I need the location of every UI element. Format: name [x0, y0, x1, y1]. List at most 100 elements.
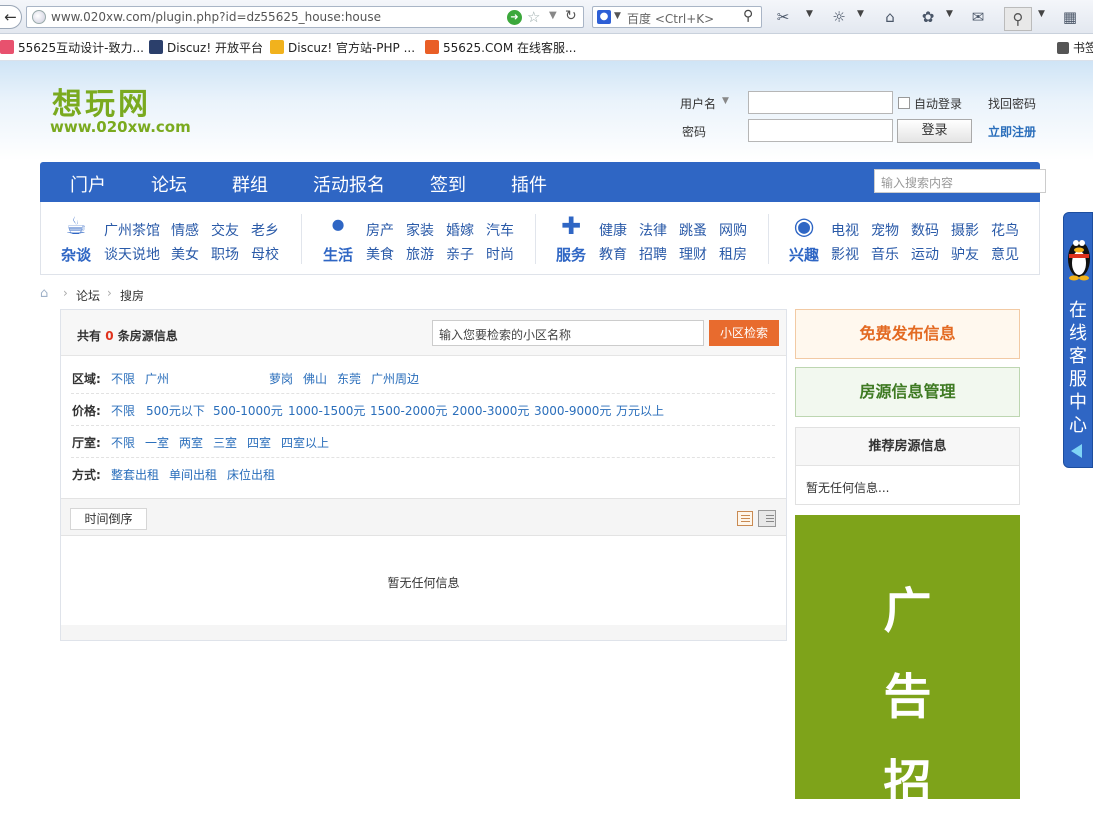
category-link[interactable]: 宠物	[871, 220, 899, 240]
category-link[interactable]: 跳蚤	[679, 220, 707, 240]
bookmark-55625-service[interactable]: 55625.COM 在线客服...	[425, 39, 576, 56]
addon-icon[interactable]: ✿	[918, 7, 938, 27]
mail-icon[interactable]: ✉	[968, 7, 988, 27]
category-link[interactable]: 时尚	[486, 244, 514, 264]
category-link[interactable]: 数码	[911, 220, 939, 240]
filter-option[interactable]: 2000-3000元	[452, 402, 529, 419]
paw-icon[interactable]: ●	[597, 10, 611, 24]
filter-option[interactable]: 广州	[145, 370, 169, 387]
auto-login-checkbox[interactable]	[898, 97, 910, 109]
addon-dropdown-icon[interactable]: ▼	[946, 9, 953, 19]
category-link[interactable]: 网购	[719, 220, 747, 240]
filter-option[interactable]: 床位出租	[227, 466, 275, 483]
category-link[interactable]: 影视	[831, 244, 859, 264]
category-link[interactable]: 驴友	[951, 244, 979, 264]
online-service-float[interactable]: 在线客服中心	[1063, 212, 1093, 468]
filter-option[interactable]: 不限	[111, 370, 135, 387]
category-title[interactable]: 生活	[322, 244, 354, 265]
category-link[interactable]: 美女	[171, 244, 199, 264]
reload-icon[interactable]: ↻	[565, 8, 577, 24]
filter-option[interactable]: 500元以下	[146, 402, 205, 419]
ad-banner[interactable]: 广 告 招	[795, 515, 1020, 811]
category-link[interactable]: 旅游	[406, 244, 434, 264]
category-link[interactable]: 招聘	[639, 244, 667, 264]
screenshot-dropdown-icon[interactable]: ▼	[806, 9, 813, 19]
sync-icon[interactable]: ☼	[829, 7, 849, 27]
collapse-arrow-icon[interactable]	[1071, 444, 1082, 458]
category-link[interactable]: 交友	[211, 220, 239, 240]
category-link[interactable]: 母校	[251, 244, 279, 264]
nav-item-signin[interactable]: 签到	[430, 171, 466, 197]
filter-option[interactable]: 不限	[111, 434, 135, 451]
detail-view-icon[interactable]	[758, 510, 776, 527]
filter-option[interactable]: 1500-2000元	[370, 402, 447, 419]
sort-by-time-button[interactable]: 时间倒序	[70, 508, 147, 530]
filter-option[interactable]: 3000-9000元	[534, 402, 611, 419]
login-button[interactable]: 登录	[897, 119, 972, 143]
filter-option[interactable]: 1000-1500元	[288, 402, 365, 419]
category-link[interactable]: 亲子	[446, 244, 474, 264]
category-link[interactable]: 运动	[911, 244, 939, 264]
category-link[interactable]: 花鸟	[991, 220, 1019, 240]
chevron-down-icon[interactable]: ▼	[722, 96, 729, 106]
filter-option[interactable]: 单间出租	[169, 466, 217, 483]
filter-option[interactable]: 500-1000元	[213, 402, 283, 419]
filter-option[interactable]: 三室	[213, 434, 237, 451]
filter-option[interactable]: 整套出租	[111, 466, 159, 483]
category-link[interactable]: 婚嫁	[446, 220, 474, 240]
category-link[interactable]: 情感	[171, 220, 199, 240]
engine-dropdown-icon[interactable]: ▼	[614, 11, 621, 21]
category-link[interactable]: 广州茶馆	[104, 220, 160, 240]
manage-listings-button[interactable]: 房源信息管理	[795, 367, 1020, 417]
category-link[interactable]: 职场	[211, 244, 239, 264]
back-button[interactable]: ←	[0, 5, 22, 29]
nav-item-groups[interactable]: 群组	[232, 171, 268, 197]
category-link[interactable]: 法律	[639, 220, 667, 240]
filter-option[interactable]: 两室	[179, 434, 203, 451]
username-input[interactable]	[748, 91, 893, 114]
nav-item-events[interactable]: 活动报名	[313, 171, 385, 197]
nav-item-plugins[interactable]: 插件	[511, 171, 547, 197]
screenshot-icon[interactable]: ✂	[773, 7, 793, 27]
home-icon[interactable]: ⌂	[880, 7, 900, 27]
site-search-input[interactable]: 输入搜索内容	[874, 169, 1046, 193]
filter-option[interactable]: 萝岗	[269, 370, 293, 387]
category-title[interactable]: 服务	[555, 244, 587, 265]
browser-search-box[interactable]: ● ▼ 百度 <Ctrl+K> ⚲	[592, 6, 762, 28]
category-link[interactable]: 理财	[679, 244, 707, 264]
category-link[interactable]: 教育	[599, 244, 627, 264]
filter-option[interactable]: 广州周边	[371, 370, 419, 387]
search-icon[interactable]: ⚲	[1004, 7, 1032, 31]
filter-option[interactable]: 万元以上	[616, 402, 664, 419]
nav-item-forum[interactable]: 论坛	[151, 171, 187, 197]
category-link[interactable]: 房产	[366, 220, 394, 240]
estate-search-input[interactable]: 输入您要检索的小区名称	[432, 320, 704, 346]
category-link[interactable]: 老乡	[251, 220, 279, 240]
username-label[interactable]: 用户名	[680, 95, 716, 112]
logo-url[interactable]: www.020xw.com	[50, 118, 191, 136]
password-input[interactable]	[748, 119, 893, 142]
category-link[interactable]: 租房	[719, 244, 747, 264]
category-link[interactable]: 意见	[991, 244, 1019, 264]
auto-login-label[interactable]: 自动登录	[914, 95, 962, 112]
bookmark-discuz-open[interactable]: Discuz! 开放平台	[149, 39, 263, 56]
category-link[interactable]: 电视	[831, 220, 859, 240]
home-icon[interactable]: ⌂	[40, 286, 54, 301]
sync-dropdown-icon[interactable]: ▼	[857, 9, 864, 19]
undo-dropdown-icon[interactable]: ▼	[1038, 9, 1045, 19]
address-bar[interactable]: www.020xw.com/plugin.php?id=dz55625_hous…	[26, 6, 584, 28]
category-link[interactable]: 汽车	[486, 220, 514, 240]
filter-option[interactable]: 一室	[145, 434, 169, 451]
category-link[interactable]: 家装	[406, 220, 434, 240]
bookmark-55625[interactable]: 55625互动设计-致力...	[0, 39, 144, 56]
bookmarks-menu[interactable]: 书签	[1057, 39, 1093, 56]
magnifier-icon[interactable]: ⚲	[743, 8, 753, 24]
filter-option[interactable]: 东莞	[337, 370, 361, 387]
filter-option[interactable]: 佛山	[303, 370, 327, 387]
publish-listing-button[interactable]: 免费发布信息	[795, 309, 1020, 359]
category-link[interactable]: 谈天说地	[104, 244, 160, 264]
windows-icon[interactable]: ▦	[1060, 7, 1080, 27]
register-link[interactable]: 立即注册	[988, 123, 1036, 140]
star-icon[interactable]: ☆	[527, 8, 540, 26]
category-link[interactable]: 美食	[366, 244, 394, 264]
